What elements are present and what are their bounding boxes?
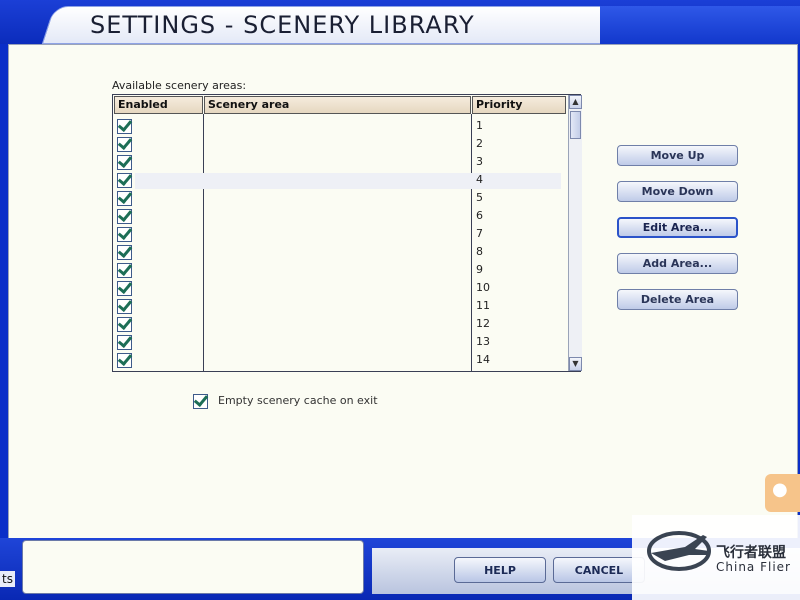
enabled-checkbox[interactable] — [117, 191, 132, 206]
empty-cache-label: Empty scenery cache on exit — [218, 394, 378, 407]
enabled-checkbox[interactable] — [117, 227, 132, 242]
enabled-checkbox[interactable] — [117, 353, 132, 368]
status-box — [22, 540, 364, 594]
priority-cell: 8 — [476, 245, 483, 258]
edit-area-button[interactable]: Edit Area... — [617, 217, 738, 238]
enabled-checkbox[interactable] — [117, 173, 132, 188]
delete-area-button[interactable]: Delete Area — [617, 289, 738, 310]
scrollbar[interactable]: ▲ ▼ — [568, 95, 582, 371]
enabled-checkbox[interactable] — [117, 263, 132, 278]
priority-cell: 1 — [476, 119, 483, 132]
airplane-logo-icon — [647, 531, 711, 571]
priority-cell: 6 — [476, 209, 483, 222]
enabled-checkbox[interactable] — [117, 281, 132, 296]
side-text: ts — [0, 571, 15, 587]
move-down-button[interactable]: Move Down — [617, 181, 738, 202]
priority-cell: 2 — [476, 137, 483, 150]
priority-cell: 9 — [476, 263, 483, 276]
move-up-button[interactable]: Move Up — [617, 145, 738, 166]
scroll-thumb[interactable] — [570, 111, 581, 139]
penguin-icon: ● — [772, 479, 788, 500]
priority-cell: 5 — [476, 191, 483, 204]
available-areas-label: Available scenery areas: — [112, 79, 247, 92]
scroll-up-arrow-icon[interactable]: ▲ — [569, 95, 582, 109]
column-divider — [203, 114, 204, 371]
empty-cache-checkbox[interactable] — [193, 394, 208, 409]
priority-cell: 13 — [476, 335, 490, 348]
priority-cell: 4 — [476, 173, 483, 186]
watermark-en: China Flier — [716, 560, 791, 574]
enabled-checkbox[interactable] — [117, 209, 132, 224]
enabled-checkbox[interactable] — [117, 137, 132, 152]
selected-row-highlight — [135, 173, 561, 189]
priority-cell: 7 — [476, 227, 483, 240]
enabled-checkbox[interactable] — [117, 299, 132, 314]
enabled-checkbox[interactable] — [117, 119, 132, 134]
priority-cell: 3 — [476, 155, 483, 168]
priority-cell: 12 — [476, 317, 490, 330]
column-header-scenery-area[interactable]: Scenery area — [204, 96, 471, 114]
window-title: SETTINGS - SCENERY LIBRARY — [90, 11, 475, 39]
watermark-cn: 飞行者联盟 — [716, 545, 786, 561]
scenery-table: Enabled Scenery area Priority 1234567891… — [112, 94, 582, 372]
column-header-priority[interactable]: Priority — [472, 96, 566, 114]
priority-cell: 14 — [476, 353, 490, 366]
column-divider — [471, 114, 472, 371]
enabled-checkbox[interactable] — [117, 335, 132, 350]
column-header-enabled[interactable]: Enabled — [114, 96, 203, 114]
priority-cell: 11 — [476, 299, 490, 312]
enabled-checkbox[interactable] — [117, 317, 132, 332]
enabled-checkbox[interactable] — [117, 245, 132, 260]
title-bar-right — [600, 6, 800, 44]
add-area-button[interactable]: Add Area... — [617, 253, 738, 274]
priority-cell: 10 — [476, 281, 490, 294]
help-button[interactable]: HELP — [454, 557, 546, 583]
scroll-down-arrow-icon[interactable]: ▼ — [569, 357, 582, 371]
enabled-checkbox[interactable] — [117, 155, 132, 170]
